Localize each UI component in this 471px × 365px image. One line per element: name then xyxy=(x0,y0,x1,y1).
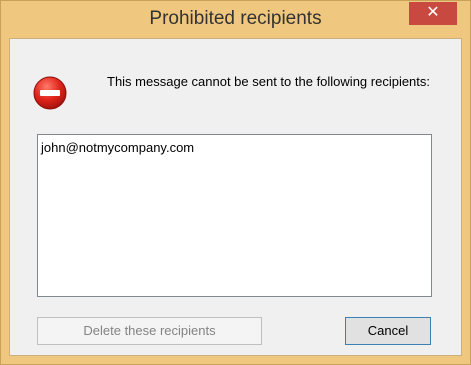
recipients-listbox[interactable]: john@notmycompany.com xyxy=(37,134,432,297)
message-text: This message cannot be sent to the follo… xyxy=(107,74,431,89)
dialog-window: Prohibited recipients ✕ This message can… xyxy=(0,0,471,365)
stop-icon xyxy=(33,76,67,110)
window-title: Prohibited recipients xyxy=(149,8,322,29)
delete-recipients-button[interactable]: Delete these recipients xyxy=(37,317,262,345)
cancel-button[interactable]: Cancel xyxy=(345,317,431,345)
close-icon: ✕ xyxy=(426,4,440,21)
title-bar[interactable]: Prohibited recipients ✕ xyxy=(1,1,470,38)
recipient-item[interactable]: john@notmycompany.com xyxy=(41,140,431,156)
close-button[interactable]: ✕ xyxy=(409,2,457,25)
dialog-body: This message cannot be sent to the follo… xyxy=(9,38,462,356)
